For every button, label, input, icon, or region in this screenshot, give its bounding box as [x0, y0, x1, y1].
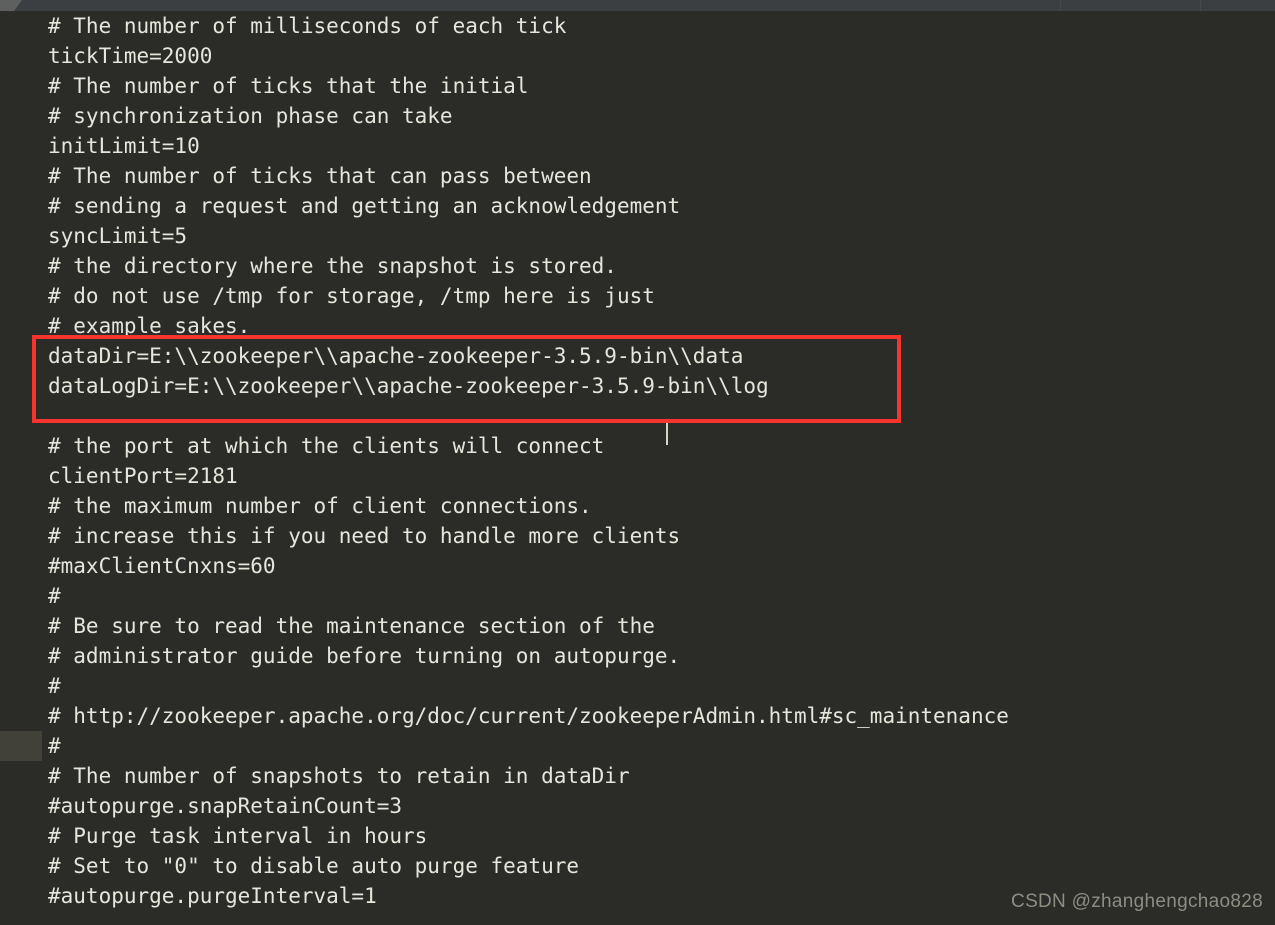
code-line[interactable]: 1# The number of milliseconds of each ti… [0, 11, 1275, 41]
line-number: 4 [0, 101, 42, 131]
line-number: 0 [0, 881, 42, 911]
code-line[interactable]: 3# The number of ticks that the initial [0, 71, 1275, 101]
text-caret [666, 419, 668, 445]
code-line-text: #maxClientCnxns=60 [48, 554, 276, 578]
code-line[interactable]: 4# synchronization phase can take [0, 101, 1275, 131]
code-line[interactable]: 2# administrator guide before turning on… [0, 641, 1275, 671]
code-line-text: #autopurge.snapRetainCount=3 [48, 794, 403, 818]
code-line-text: clientPort=2181 [48, 464, 238, 488]
code-line-text: # example sakes. [48, 314, 251, 338]
code-line[interactable]: 8syncLimit=5 [0, 221, 1275, 251]
code-line[interactable]: 0# [0, 581, 1275, 611]
editor-tab-strip[interactable] [0, 0, 1275, 11]
line-number: 1 [0, 11, 42, 41]
code-line-text: # [48, 734, 61, 758]
code-line[interactable]: 7# sending a request and getting an ackn… [0, 191, 1275, 221]
line-number: 6 [0, 761, 42, 791]
code-line-text: # synchronization phase can take [48, 104, 453, 128]
line-number: 0 [0, 581, 42, 611]
code-line[interactable]: 5# the port at which the clients will co… [0, 431, 1275, 461]
line-number: 4 [0, 701, 42, 731]
line-number: 2 [0, 41, 42, 71]
line-number: 6 [0, 461, 42, 491]
line-number: 1 [0, 911, 42, 925]
active-editor-tab[interactable] [0, 0, 22, 11]
line-number: 3 [0, 371, 42, 401]
code-line[interactable]: 6# The number of snapshots to retain in … [0, 761, 1275, 791]
code-line[interactable]: 7# the maximum number of client connecti… [0, 491, 1275, 521]
csdn-watermark: CSDN @zhanghengchao828 [1011, 891, 1263, 912]
line-number: 3 [0, 671, 42, 701]
code-line-text: tickTime=2000 [48, 44, 213, 68]
code-line[interactable]: 1 [0, 911, 1275, 925]
code-line-text: # the port at which the clients will con… [48, 434, 605, 458]
line-number: 7 [0, 491, 42, 521]
code-line[interactable]: 4 [0, 401, 1275, 431]
code-line[interactable]: 1# example sakes. [0, 311, 1275, 341]
code-line-text: dataDir=E:\\zookeeper\\apache-zookeeper-… [48, 344, 744, 368]
code-line[interactable]: 9# Set to "0" to disable auto purge feat… [0, 851, 1275, 881]
line-number: 1 [0, 311, 42, 341]
code-line-text: # sending a request and getting an ackno… [48, 194, 681, 218]
code-line[interactable]: 1# Be sure to read the maintenance secti… [0, 611, 1275, 641]
code-line[interactable]: 8# Purge task interval in hours [0, 821, 1275, 851]
code-line[interactable]: 4# http://zookeeper.apache.org/doc/curre… [0, 701, 1275, 731]
line-number: 2 [0, 641, 42, 671]
code-line-text: # The number of ticks that can pass betw… [48, 164, 592, 188]
code-text-area[interactable]: 1# The number of milliseconds of each ti… [0, 11, 1275, 925]
line-number: 9 [0, 551, 42, 581]
code-line-text: # [48, 584, 61, 608]
line-number: 5 [0, 431, 42, 461]
code-line-text: syncLimit=5 [48, 224, 188, 248]
line-number: 5 [0, 731, 42, 761]
line-number: 9 [0, 251, 42, 281]
line-number: 5 [0, 131, 42, 161]
line-number: 7 [0, 791, 42, 821]
line-number: 2 [0, 341, 42, 371]
code-line[interactable]: 8# increase this if you need to handle m… [0, 521, 1275, 551]
code-editor: 1# The number of milliseconds of each ti… [0, 0, 1275, 925]
code-line-text: # Purge task interval in hours [48, 824, 428, 848]
code-line[interactable]: 7#autopurge.snapRetainCount=3 [0, 791, 1275, 821]
line-number: 4 [0, 401, 42, 431]
line-number: 3 [0, 71, 42, 101]
tab-divider [1060, 0, 1061, 11]
code-line[interactable]: 5# [0, 731, 1275, 761]
code-line-text: # administrator guide before turning on … [48, 644, 681, 668]
code-line[interactable]: 3dataLogDir=E:\\zookeeper\\apache-zookee… [0, 371, 1275, 401]
code-line[interactable]: 3# [0, 671, 1275, 701]
line-number: 6 [0, 161, 42, 191]
code-line-text: # [48, 674, 61, 698]
code-line-text: # the directory where the snapshot is st… [48, 254, 617, 278]
code-line[interactable]: 2dataDir=E:\\zookeeper\\apache-zookeeper… [0, 341, 1275, 371]
code-line[interactable]: 6# The number of ticks that can pass bet… [0, 161, 1275, 191]
line-number: 9 [0, 851, 42, 881]
line-number: 8 [0, 821, 42, 851]
code-line[interactable]: 9# the directory where the snapshot is s… [0, 251, 1275, 281]
line-number: 8 [0, 221, 42, 251]
line-number: 8 [0, 521, 42, 551]
code-line-text: #autopurge.purgeInterval=1 [48, 884, 377, 908]
code-line[interactable]: 9#maxClientCnxns=60 [0, 551, 1275, 581]
code-line-text: # Set to "0" to disable auto purge featu… [48, 854, 580, 878]
code-line[interactable]: 6clientPort=2181 [0, 461, 1275, 491]
code-line-text: # The number of snapshots to retain in d… [48, 764, 630, 788]
code-line-text: # The number of ticks that the initial [48, 74, 529, 98]
code-line[interactable]: 5initLimit=10 [0, 131, 1275, 161]
line-number: 1 [0, 611, 42, 641]
code-line-text: initLimit=10 [48, 134, 200, 158]
code-line-text: # increase this if you need to handle mo… [48, 524, 681, 548]
code-line-text: # the maximum number of client connectio… [48, 494, 592, 518]
code-line-text: dataLogDir=E:\\zookeeper\\apache-zookeep… [48, 374, 769, 398]
line-number: 0 [0, 281, 42, 311]
code-line-text: # The number of milliseconds of each tic… [48, 14, 567, 38]
code-line[interactable]: 0# do not use /tmp for storage, /tmp her… [0, 281, 1275, 311]
tab-divider [1200, 0, 1201, 11]
code-line-text: # do not use /tmp for storage, /tmp here… [48, 284, 655, 308]
code-line-text: # http://zookeeper.apache.org/doc/curren… [48, 704, 1009, 728]
line-number: 7 [0, 191, 42, 221]
code-line[interactable]: 2tickTime=2000 [0, 41, 1275, 71]
code-line-text: # Be sure to read the maintenance sectio… [48, 614, 655, 638]
